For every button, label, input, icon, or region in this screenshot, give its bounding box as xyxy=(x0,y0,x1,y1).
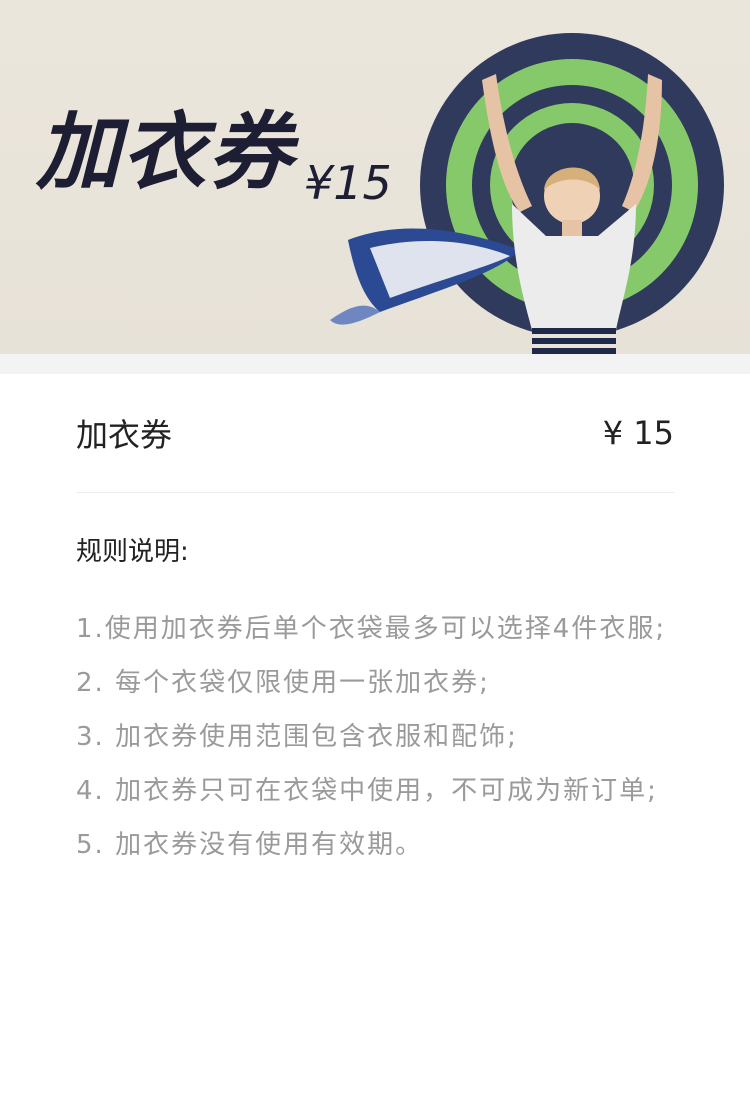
banner-title: 加衣券 xyxy=(36,103,295,201)
rule-item: 1.使用加衣券后单个衣袋最多可以选择4件衣服; xyxy=(76,614,667,644)
rule-item: 3. 加衣券使用范围包含衣服和配饰; xyxy=(76,722,518,752)
rules-list: 1.使用加衣券后单个衣袋最多可以选择4件衣服; 2. 每个衣袋仅限使用一张加衣券… xyxy=(76,602,674,872)
coupon-price: ¥ 15 xyxy=(602,414,674,452)
coupon-name: 加衣券 xyxy=(76,416,173,454)
coupon-details: 加衣券 ¥ 15 规则说明: 1.使用加衣券后单个衣袋最多可以选择4件衣服; 2… xyxy=(0,374,750,872)
model-with-hat-image xyxy=(330,33,724,354)
rules-title: 规则说明: xyxy=(76,537,189,567)
rule-item: 5. 加衣券没有使用有效期。 xyxy=(76,830,424,860)
coupon-banner: 加衣券 ¥15 xyxy=(0,0,750,354)
section-gap xyxy=(0,354,750,374)
coupon-row: 加衣券 ¥ 15 xyxy=(76,374,674,493)
rule-item: 2. 每个衣袋仅限使用一张加衣券; xyxy=(76,668,490,698)
rule-item: 4. 加衣券只可在衣袋中使用，不可成为新订单; xyxy=(76,776,658,806)
